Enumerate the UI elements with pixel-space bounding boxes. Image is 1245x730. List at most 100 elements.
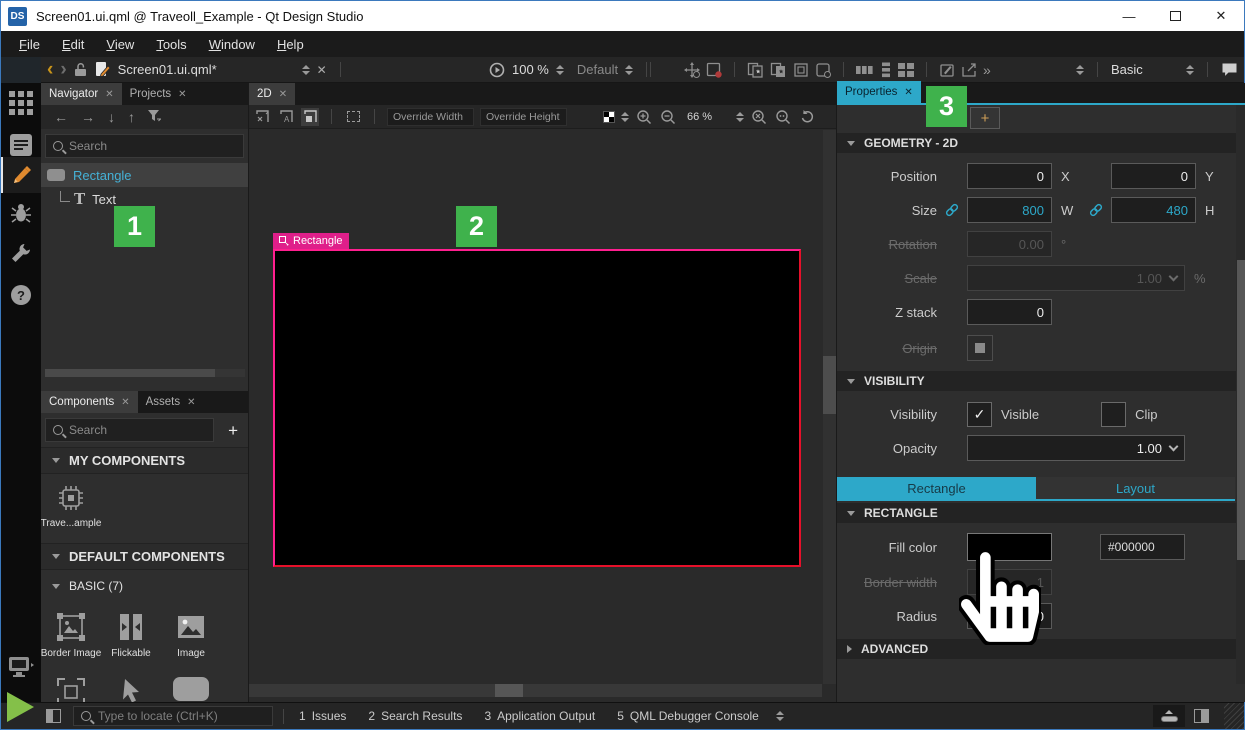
move-left-icon[interactable]: ← [54,109,68,125]
snapping-anchors-icon[interactable]: A [277,108,295,126]
tab-navigator[interactable]: Navigator✕ [41,83,122,105]
properties-scrollbar[interactable] [1236,105,1245,684]
move-down-icon[interactable]: ↓ [108,109,115,125]
column-layout-icon[interactable] [880,62,892,78]
design-mode-button[interactable] [1,157,41,193]
tab-2d[interactable]: 2D✕ [249,83,295,105]
close-button[interactable]: ✕ [1198,2,1244,31]
chevron-down-icon[interactable] [1169,271,1179,281]
component-mouse-area[interactable] [101,667,161,702]
clip-checkbox[interactable] [1101,402,1126,427]
forward-button[interactable]: › [60,59,66,81]
tab-projects[interactable]: Projects✕ [122,83,195,105]
open-document-name[interactable]: Screen01.ui.qml* [118,62,217,77]
menu-file[interactable]: File [9,34,50,55]
state-selector[interactable]: Default [577,62,618,77]
locator-input[interactable] [98,709,265,723]
zoom-out-icon[interactable] [659,108,677,126]
tab-close-icon[interactable]: ✕ [105,89,113,100]
build-progress-icon[interactable] [1153,705,1185,727]
run-button[interactable] [7,692,34,722]
pane-application-output[interactable]: 3Application Output [473,709,606,723]
scale-field[interactable]: 1.00 [967,265,1185,291]
add-module-button[interactable]: + [228,421,238,441]
overview-mode-button[interactable] [1,89,41,117]
component-flickable[interactable]: Flickable [101,602,161,659]
tab-close-icon[interactable]: ✕ [279,89,287,100]
navigator-search-input[interactable] [69,139,236,153]
create-component-icon[interactable] [747,62,764,78]
geometry-section-header[interactable]: GEOMETRY - 2D [837,133,1245,153]
pane-qml-debugger-console[interactable]: 5QML Debugger Console [606,709,770,723]
tab-close-icon[interactable]: ✕ [121,397,129,408]
size-w-field[interactable]: 800 [967,197,1052,223]
create-component-instance-icon[interactable] [770,62,787,78]
style-spinner-right[interactable] [1186,65,1194,75]
output-pane-spinner[interactable] [776,711,784,721]
rotation-field[interactable]: 0.00 [967,231,1052,257]
snapping-active-icon[interactable] [301,108,319,126]
help-mode-button[interactable]: ? [1,281,41,309]
row-layout-icon[interactable] [856,64,874,76]
selection-label[interactable]: Rectangle [273,233,349,249]
style-spinner-left[interactable] [1076,65,1084,75]
background-spinner[interactable] [621,112,629,122]
fill-color-hex-field[interactable]: #000000 [1100,534,1185,560]
tab-close-icon[interactable]: ✕ [187,397,195,408]
pane-search-results[interactable]: 2Search Results [357,709,473,723]
tab-assets[interactable]: Assets✕ [138,391,204,413]
sidebar-toggle-icon[interactable] [46,709,61,723]
position-y-field[interactable]: 0 [1111,163,1196,189]
resize-grip[interactable] [1224,703,1244,729]
filter-icon[interactable] [148,109,161,125]
edit-annotation-icon[interactable] [939,62,955,78]
design-canvas[interactable]: Rectangle [249,130,822,684]
document-edit-icon[interactable] [94,61,111,78]
chevron-down-icon[interactable] [1169,441,1179,451]
tab-close-icon[interactable]: ✕ [904,87,912,98]
tab-rectangle-properties[interactable]: Rectangle [837,477,1036,499]
style-selector[interactable]: Basic [1111,62,1179,77]
rectangle-section-header[interactable]: RECTANGLE [837,503,1245,523]
opacity-field[interactable]: 1.00 [967,435,1185,461]
component-image[interactable]: Image [161,602,221,659]
override-width-input[interactable] [387,108,474,126]
add-property-button[interactable]: + [970,107,1000,129]
menu-edit[interactable]: Edit [52,34,94,55]
link-icon[interactable] [1089,203,1103,217]
kit-selector-button[interactable] [1,651,41,685]
back-button[interactable]: ‹ [47,59,53,81]
pane-issues[interactable]: 1Issues [288,709,357,723]
group-timeline-icon[interactable] [815,62,831,78]
tab-properties[interactable]: Properties✕ [837,81,921,103]
visibility-section-header[interactable]: VISIBILITY [837,371,1245,391]
reset-view-icon[interactable] [798,108,816,126]
state-spinner[interactable] [625,65,633,75]
move-up-icon[interactable]: ↑ [128,109,135,125]
tools-mode-button[interactable] [1,239,41,267]
tab-layout-properties[interactable]: Layout [1036,477,1235,499]
menu-view[interactable]: View [96,34,144,55]
navigator-hscrollbar[interactable] [45,369,245,377]
link-icon[interactable] [945,203,959,217]
preview-zoom-spinner[interactable] [556,65,564,75]
grid-layout-icon[interactable] [898,63,914,77]
group-icon[interactable] [793,62,809,78]
my-components-header[interactable]: MY COMPONENTS [41,447,248,474]
toolbar-overflow-button[interactable]: » [983,62,991,78]
canvas-hscrollbar[interactable] [249,684,822,697]
zoom-fit-icon[interactable] [774,108,792,126]
zoom-in-icon[interactable] [635,108,653,126]
export-icon[interactable] [961,62,977,78]
menu-tools[interactable]: Tools [146,34,196,55]
origin-selector-button[interactable] [967,335,993,361]
no-snapping-icon[interactable] [253,108,271,126]
menu-help[interactable]: Help [267,34,314,55]
advanced-section-header[interactable]: ADVANCED [837,639,1245,659]
visible-checkbox[interactable]: ✓ [967,402,992,427]
feedback-comment-icon[interactable] [1221,62,1238,77]
tab-close-icon[interactable]: ✕ [178,89,186,100]
lock-icon[interactable] [74,62,87,77]
canvas-vscrollbar[interactable] [823,130,836,684]
component-travel-example[interactable]: Trave...ample [41,474,101,529]
